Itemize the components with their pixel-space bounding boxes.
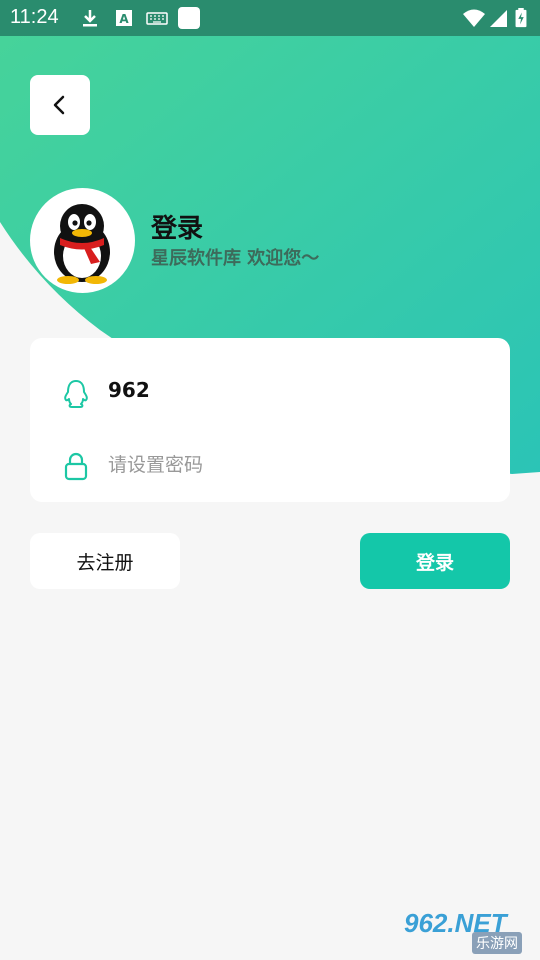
register-button[interactable]: 去注册 bbox=[30, 533, 180, 589]
watermark-sub: 乐游网 bbox=[472, 932, 522, 954]
avatar bbox=[30, 188, 135, 293]
account-row[interactable]: 962 bbox=[30, 360, 510, 420]
login-form-card: 962 请设置密码 bbox=[30, 338, 510, 502]
login-button[interactable]: 登录 bbox=[360, 533, 510, 589]
password-row[interactable]: 请设置密码 bbox=[30, 432, 510, 492]
qq-penguin-icon bbox=[54, 204, 110, 284]
keyboard-icon bbox=[146, 12, 168, 25]
chevron-left-icon bbox=[53, 95, 65, 115]
svg-text:A: A bbox=[119, 12, 129, 26]
back-button[interactable] bbox=[30, 75, 90, 135]
status-bar: 11:24 A bbox=[0, 0, 540, 36]
a-icon: A bbox=[116, 10, 132, 26]
status-time: 11:24 bbox=[10, 6, 59, 28]
signal-icon bbox=[490, 10, 507, 27]
welcome-subtitle: 星辰软件库 欢迎您～ bbox=[151, 248, 320, 269]
watermark-logo: 962.NET 乐游网 bbox=[400, 908, 535, 956]
battery-icon bbox=[515, 8, 527, 28]
qq-account-icon bbox=[64, 380, 88, 408]
download-icon bbox=[83, 10, 97, 27]
account-input[interactable]: 962 bbox=[108, 378, 150, 402]
password-input[interactable]: 请设置密码 bbox=[108, 450, 203, 477]
page-title: 登录 bbox=[151, 214, 204, 244]
lock-icon bbox=[64, 452, 88, 481]
wifi-icon bbox=[463, 9, 485, 27]
square-icon bbox=[178, 7, 200, 29]
